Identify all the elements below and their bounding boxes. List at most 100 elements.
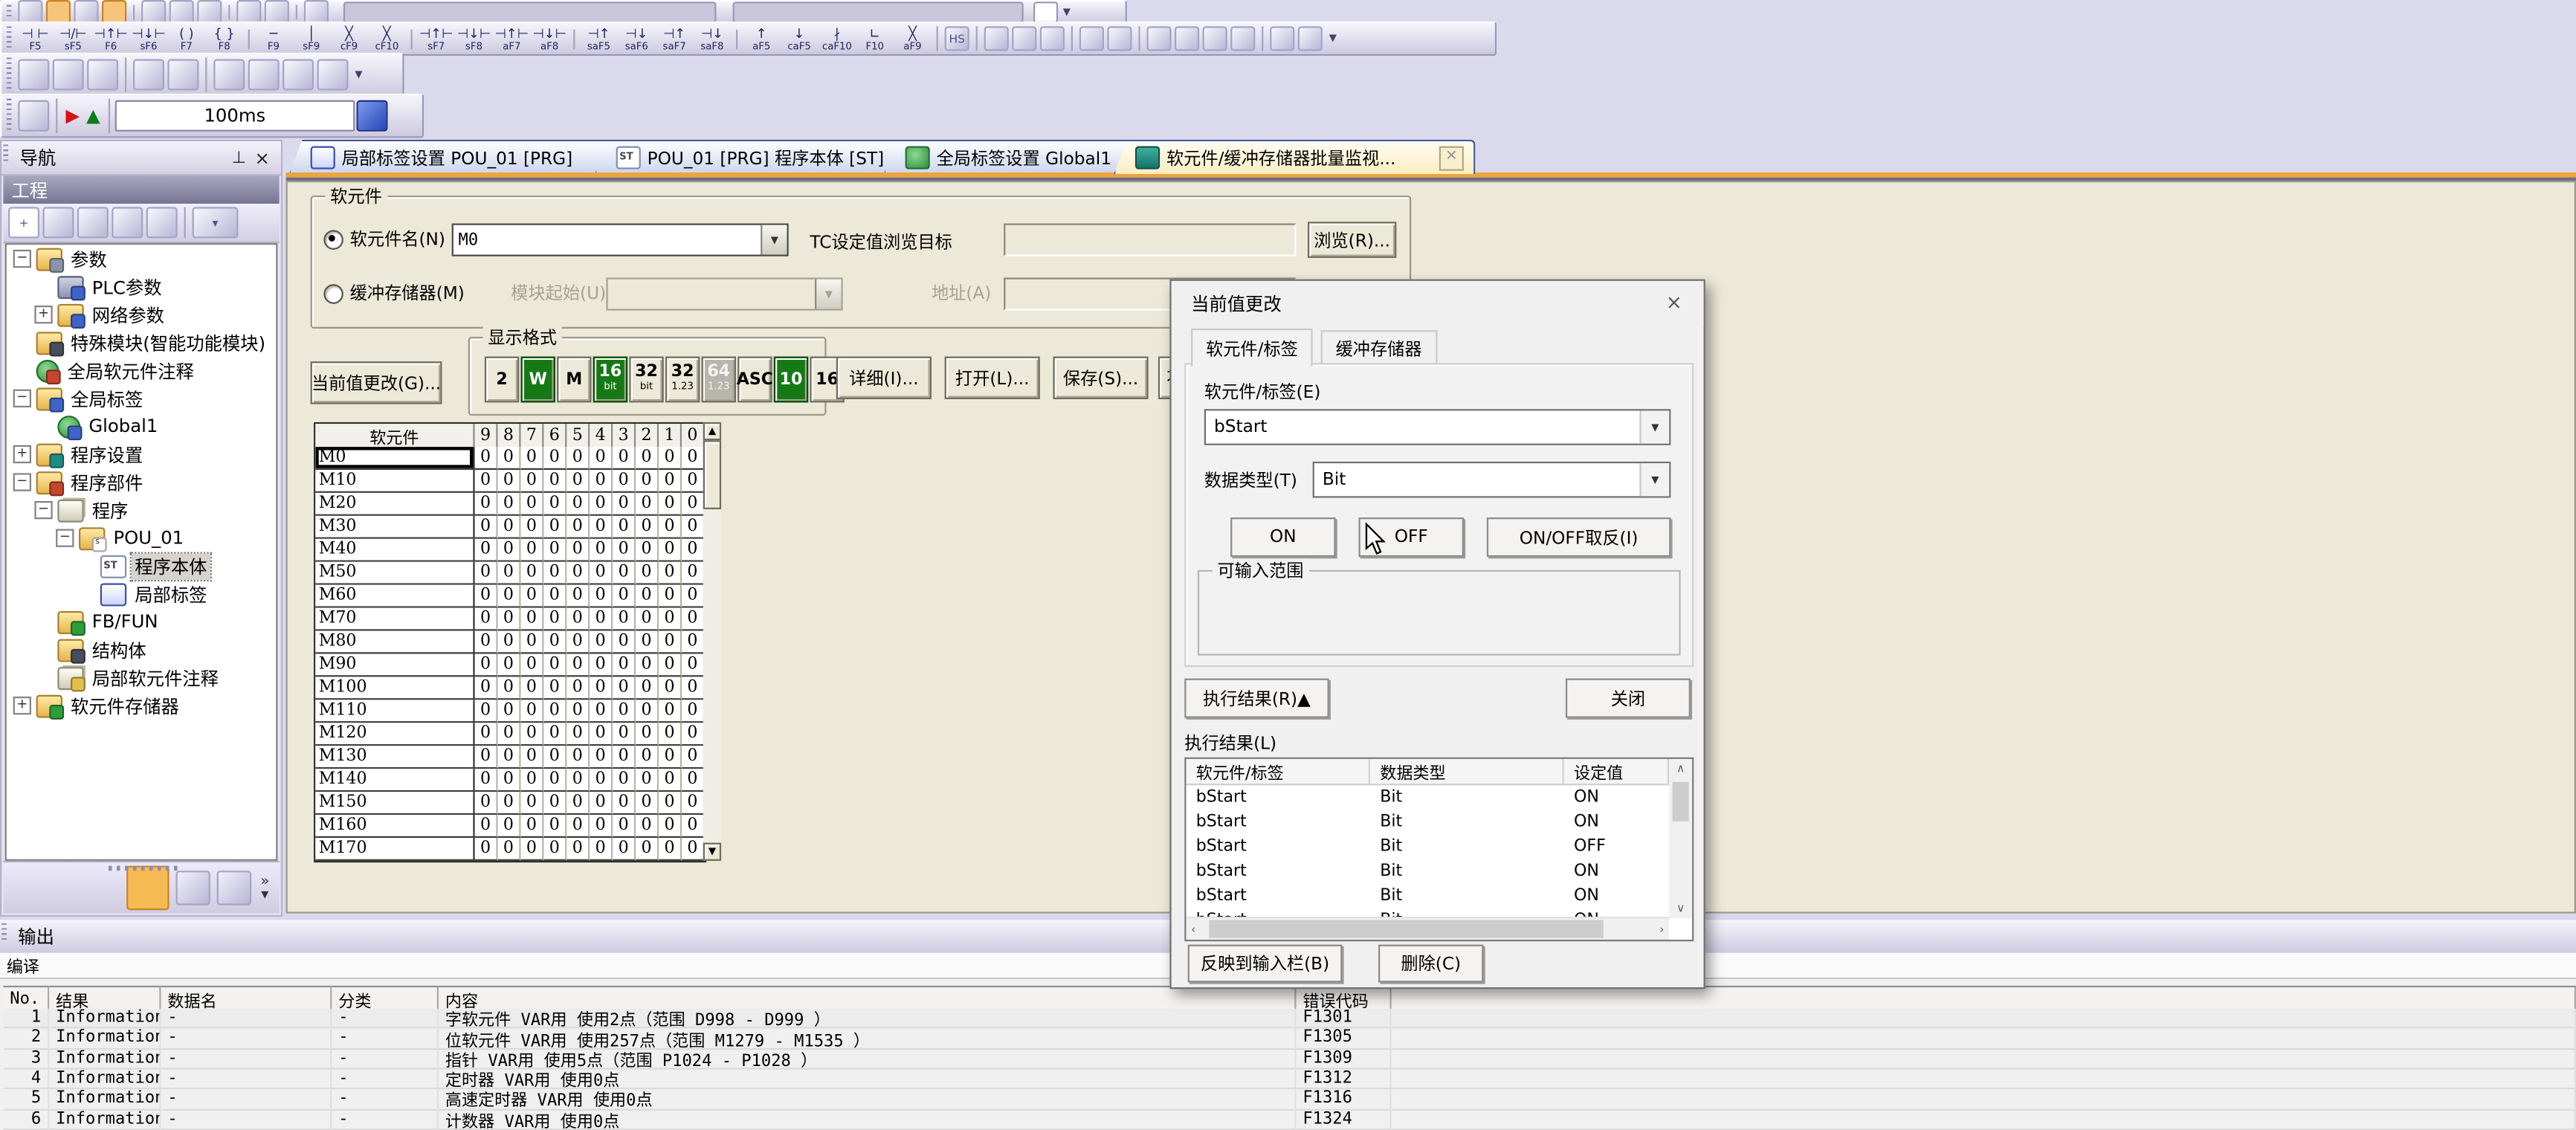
result-column-header[interactable]: 数据类型 [1370, 759, 1564, 785]
ladder-tool-cF10[interactable]: ╳cF10 [368, 25, 406, 51]
zoom-icon[interactable] [1298, 26, 1323, 51]
bit-cell[interactable]: 0 [613, 585, 636, 608]
document-tab[interactable]: 局部标签设置 POU_01 [PRG] [289, 140, 621, 174]
tree-item[interactable]: PLC参数 [7, 273, 276, 301]
bit-cell[interactable]: 0 [566, 700, 590, 723]
bit-cell[interactable]: 0 [636, 539, 659, 562]
close-button[interactable]: 关闭 [1566, 679, 1691, 718]
bit-cell[interactable]: 0 [590, 608, 613, 631]
bit-cell[interactable]: 0 [590, 493, 613, 516]
bit-cell[interactable]: 0 [682, 447, 705, 470]
bit-cell[interactable]: 0 [636, 447, 659, 470]
bit-cell[interactable]: 0 [566, 539, 590, 562]
ladder-tool-sF7[interactable]: ⊣↑⊢sF7 [417, 25, 455, 51]
toolbar-combo-well[interactable] [343, 1, 717, 23]
result-vscrollbar[interactable]: ∧ ∨ [1669, 759, 1692, 918]
bit-cell[interactable]: 0 [636, 585, 659, 608]
bit-cell[interactable]: 0 [543, 654, 566, 677]
bit-cell[interactable]: 0 [659, 493, 682, 516]
bit-cell[interactable]: 0 [498, 746, 521, 769]
toolbar-icon[interactable] [1107, 26, 1132, 51]
ladder-tool-aF9[interactable]: ╳aF9 [894, 25, 932, 51]
toolbar-icon[interactable] [1203, 26, 1227, 51]
bit-cell[interactable]: 0 [543, 838, 566, 861]
bit-cell[interactable]: 0 [475, 792, 498, 815]
device-name-radio[interactable] [323, 230, 343, 250]
bit-cell[interactable]: 0 [566, 447, 590, 470]
device-cell[interactable]: M130 [315, 746, 474, 769]
bit-cell[interactable]: 0 [682, 608, 705, 631]
document-tab[interactable]: POU_01 [PRG] 程序本体 [ST] [595, 140, 910, 174]
bit-cell[interactable]: 0 [659, 470, 682, 493]
bit-cell[interactable]: 0 [659, 677, 682, 700]
ladder-tool-F8[interactable]: { }F8 [205, 25, 243, 51]
result-row[interactable]: bStartBitON [1186, 859, 1669, 884]
toolbar-icon[interactable] [1040, 26, 1065, 51]
bit-cell[interactable]: 0 [543, 723, 566, 746]
bit-cell[interactable]: 0 [636, 516, 659, 539]
toolbar-grip[interactable] [7, 5, 12, 20]
bit-cell[interactable]: 0 [590, 585, 613, 608]
bit-cell[interactable]: 0 [590, 700, 613, 723]
toolbar-overflow-icon[interactable]: ▼ [1063, 7, 1071, 18]
bit-cell[interactable]: 0 [682, 815, 705, 838]
output-row[interactable]: 1Information--字软元件 VAR用 使用2点（范围 D998 - D… [3, 1009, 2576, 1029]
bit-cell[interactable]: 0 [498, 585, 521, 608]
format-button-W[interactable]: W [521, 357, 555, 403]
scrollbar-thumb[interactable] [1209, 920, 1603, 937]
collapse-icon[interactable]: − [13, 250, 31, 268]
bit-cell[interactable]: 0 [475, 677, 498, 700]
device-label-combo[interactable]: bStart ▼ [1204, 409, 1671, 445]
chevron-down-icon[interactable]: ▼ [1639, 410, 1669, 443]
bit-cell[interactable]: 0 [682, 769, 705, 792]
bit-cell[interactable]: 0 [590, 516, 613, 539]
bit-cell[interactable]: 0 [498, 539, 521, 562]
expand-icon[interactable]: + [13, 697, 31, 714]
bit-cell[interactable]: 0 [475, 700, 498, 723]
bit-cell[interactable]: 0 [498, 631, 521, 654]
ladder-tool-saF8[interactable]: ⊣↓saF8 [694, 25, 732, 51]
scroll-down-icon[interactable]: ∨ [1669, 902, 1692, 915]
tab-device-label[interactable]: 软元件/标签 [1191, 329, 1313, 367]
bit-cell[interactable]: 0 [659, 562, 682, 585]
device-display-icon[interactable] [1270, 26, 1294, 51]
bit-cell[interactable]: 0 [659, 654, 682, 677]
output-row[interactable]: 5Information--高速定时器 VAR用 使用0点F1316 [3, 1090, 2576, 1110]
bit-cell[interactable]: 0 [636, 746, 659, 769]
device-cell[interactable]: M50 [315, 562, 474, 585]
ladder-tool-F5[interactable]: ⊣ ⊢F5 [16, 25, 54, 51]
bit-cell[interactable]: 0 [682, 677, 705, 700]
bit-cell[interactable]: 0 [613, 539, 636, 562]
scrollbar-thumb[interactable] [703, 440, 721, 509]
on-off-invert-button[interactable]: ON/OFF取反(I) [1487, 517, 1670, 557]
ladder-tool-F7[interactable]: ( )F7 [167, 25, 205, 51]
copy-icon[interactable] [42, 207, 74, 238]
bit-cell[interactable]: 0 [613, 723, 636, 746]
toolbar-combo-well[interactable] [733, 1, 1024, 23]
bit-cell[interactable]: 0 [543, 447, 566, 470]
toolbar-overflow-icon[interactable]: ▼ [1329, 33, 1337, 44]
exec-result-toggle-button[interactable]: 执行结果(R)▲ [1184, 679, 1329, 718]
bit-cell[interactable]: 0 [659, 539, 682, 562]
scroll-down-icon[interactable]: ▼ [703, 843, 721, 861]
bit-cell[interactable]: 0 [566, 493, 590, 516]
bit-cell[interactable]: 0 [682, 792, 705, 815]
bit-cell[interactable]: 0 [613, 562, 636, 585]
bit-cell[interactable]: 0 [613, 746, 636, 769]
bit-cell[interactable]: 0 [659, 585, 682, 608]
ladder-tool-caF5[interactable]: ↓caF5 [781, 25, 819, 51]
tab-close-icon[interactable]: × [1439, 146, 1464, 170]
expand-icon[interactable]: + [13, 445, 31, 463]
buffer-memory-radio[interactable] [323, 284, 343, 304]
device-cell[interactable]: M170 [315, 838, 474, 861]
current-value-change-button[interactable]: 当前值更改(G)... [311, 361, 442, 404]
bit-cell[interactable]: 0 [566, 631, 590, 654]
bit-cell[interactable]: 0 [590, 631, 613, 654]
bit-cell[interactable]: 0 [613, 493, 636, 516]
reflect-to-input-button[interactable]: 反映到输入栏(B) [1188, 945, 1343, 983]
tree-item[interactable]: 全局软元件注释 [7, 357, 276, 385]
bit-cell[interactable]: 0 [590, 470, 613, 493]
toolbar-icon[interactable] [317, 59, 348, 91]
bit-cell[interactable]: 0 [659, 792, 682, 815]
bit-cell[interactable]: 0 [682, 493, 705, 516]
